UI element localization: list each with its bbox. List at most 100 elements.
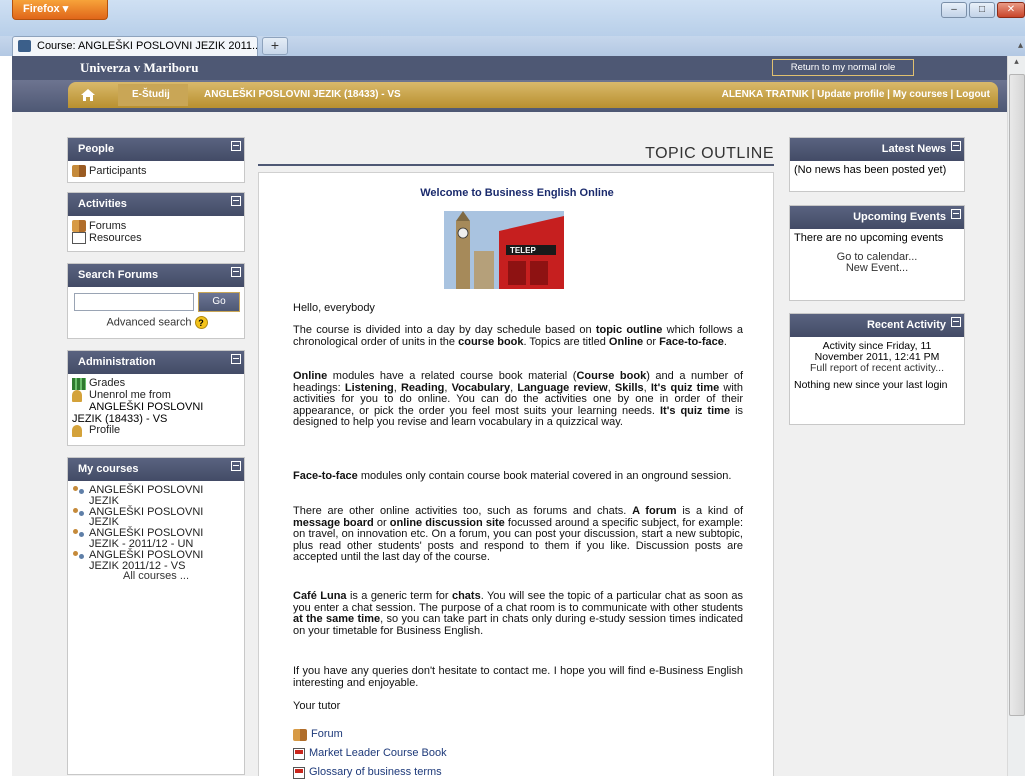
collapse-icon[interactable] — [231, 196, 241, 206]
svg-text:TELEP: TELEP — [510, 246, 536, 255]
divider — [258, 164, 774, 166]
user-links[interactable]: ALENKA TRATNIK | Update profile | My cou… — [722, 89, 990, 100]
university-name: Univerza v Mariboru — [80, 60, 199, 75]
profile-icon — [72, 425, 82, 437]
firefox-menu-button[interactable]: Firefox ▾ — [12, 0, 108, 20]
paragraph-forums: There are other online activities too, s… — [293, 505, 744, 564]
collapse-icon[interactable] — [951, 141, 961, 151]
browser-tab[interactable]: Course: ANGLEŠKI POSLOVNI JEZIK 2011... — [12, 36, 258, 56]
close-button[interactable]: ✕ — [997, 2, 1025, 18]
block-title: Recent Activity — [790, 314, 964, 337]
collapse-icon[interactable] — [231, 461, 241, 471]
paragraph-intro: The course is divided into a day by day … — [293, 324, 743, 348]
profile-link[interactable]: Profile — [72, 424, 240, 437]
help-icon[interactable]: ? — [194, 316, 208, 329]
latest-news-block: Latest News (No news has been posted yet… — [789, 137, 965, 192]
minimize-button[interactable]: – — [941, 2, 967, 18]
forums-label: Forums — [89, 220, 127, 232]
no-events-text: There are no upcoming events — [794, 232, 944, 244]
navigation-bar: E-Študij ANGLEŠKI POSLOVNI JEZIK (18433)… — [12, 80, 1008, 112]
firefox-menu-label: Firefox — [23, 3, 60, 15]
nothing-new-text: Nothing new since your last login — [794, 379, 948, 391]
resource-icon — [72, 232, 86, 244]
administration-block: Administration Grades Unenrol me from AN… — [67, 350, 245, 446]
course-summary: Welcome to Business English Online TELEP… — [258, 172, 774, 779]
your-tutor: Your tutor — [293, 700, 341, 712]
participants-link[interactable]: Participants — [72, 165, 240, 177]
return-role-button[interactable]: Return to my normal role — [772, 59, 914, 76]
grades-label: Grades — [89, 377, 126, 389]
london-banner-image: TELEP — [444, 211, 564, 289]
resource-links: Forum Market Leader Course Book Glossary… — [293, 725, 447, 782]
welcome-heading: Welcome to Business English Online — [420, 187, 614, 199]
collapse-icon[interactable] — [231, 141, 241, 151]
course-link[interactable]: ANGLEŠKI POSLOVNI JEZIK — [72, 506, 240, 529]
scrollbar-thumb[interactable] — [1009, 74, 1025, 716]
all-courses-link[interactable]: All courses ... — [72, 571, 240, 582]
people-block: People Participants — [67, 137, 245, 183]
paragraph-online: Online modules have a related course boo… — [293, 370, 744, 429]
grades-icon — [72, 378, 86, 390]
breadcrumb-estudij[interactable]: E-Študij — [118, 84, 188, 106]
university-bar: Univerza v Mariboru Return to my normal … — [12, 56, 1008, 80]
recent-activity-block: Recent Activity Activity since Friday, 1… — [789, 313, 965, 425]
breadcrumb: E-Študij ANGLEŠKI POSLOVNI JEZIK (18433)… — [68, 82, 998, 108]
block-title: Latest News — [790, 138, 964, 161]
course-link[interactable]: ANGLEŠKI POSLOVNI JEZIK - 2011/12 - UN — [72, 528, 240, 550]
user-icon — [72, 390, 82, 402]
unenrol-course-line[interactable]: ANGLEŠKI POSLOVNI — [72, 401, 240, 414]
scroll-up-icon[interactable]: ▴ — [1008, 56, 1025, 72]
forum-icon — [293, 728, 307, 741]
collapse-icon[interactable] — [951, 209, 961, 219]
advanced-search-label: Advanced search — [106, 316, 192, 329]
tab-list-arrow-icon[interactable]: ▴ — [1018, 40, 1023, 51]
latest-news-title: Latest News — [881, 143, 946, 155]
collapse-icon[interactable] — [951, 317, 961, 327]
home-icon[interactable] — [80, 87, 96, 103]
people-icon — [72, 165, 86, 177]
new-tab-button[interactable]: + — [262, 37, 288, 55]
favicon-icon — [18, 40, 31, 52]
window-titlebar — [0, 0, 1025, 36]
advanced-search[interactable]: Advanced search ? — [74, 316, 240, 329]
profile-label: Profile — [89, 424, 121, 436]
forums-link[interactable]: Forums — [72, 220, 240, 232]
course-link[interactable]: ANGLEŠKI POSLOVNI JEZIK — [72, 485, 240, 507]
block-title: My courses — [68, 458, 244, 481]
search-input[interactable] — [74, 293, 194, 311]
go-button[interactable]: Go — [198, 292, 240, 312]
forum-link[interactable]: Forum — [293, 725, 447, 744]
collapse-icon[interactable] — [231, 354, 241, 364]
resources-link[interactable]: Resources — [72, 232, 240, 244]
greeting: Hello, everybody — [293, 302, 375, 314]
my-courses-title: My courses — [78, 463, 139, 475]
vertical-scrollbar[interactable]: ▴ — [1007, 56, 1025, 776]
activities-title: Activities — [78, 198, 127, 210]
participants-label: Participants — [89, 165, 147, 177]
administration-title: Administration — [78, 356, 156, 368]
full-report-link[interactable]: Full report of recent activity... — [794, 363, 960, 374]
people-title: People — [78, 143, 115, 155]
course-icon — [72, 550, 86, 562]
unenrol-label: Unenrol me from — [89, 389, 171, 401]
upcoming-events-title: Upcoming Events — [853, 211, 946, 223]
maximize-button[interactable]: □ — [969, 2, 995, 18]
glossary-link[interactable]: Glossary of business terms — [293, 763, 447, 782]
window-controls: – □ ✕ — [941, 2, 1025, 18]
paragraph-chats: Café Luna is a generic term for chats. Y… — [293, 590, 743, 637]
block-title: People — [68, 138, 244, 161]
course-icon — [72, 485, 86, 497]
course-book-link[interactable]: Market Leader Course Book — [293, 744, 447, 763]
block-title: Search Forums — [68, 264, 244, 287]
search-forums-block: Search Forums Go Advanced search ? — [67, 263, 245, 339]
course-link[interactable]: ANGLEŠKI POSLOVNI JEZIK 2011/12 - VS — [72, 549, 240, 572]
forum-icon — [72, 220, 86, 232]
search-forums-title: Search Forums — [78, 269, 159, 281]
new-event-link[interactable]: New Event... — [794, 263, 960, 274]
collapse-icon[interactable] — [231, 267, 241, 277]
course-icon — [72, 507, 86, 519]
my-courses-block: My courses ANGLEŠKI POSLOVNI JEZIK ANGLEŠ… — [67, 457, 245, 775]
block-title: Activities — [68, 193, 244, 216]
course-icon — [72, 528, 86, 540]
glossary-label: Glossary of business terms — [309, 766, 442, 778]
